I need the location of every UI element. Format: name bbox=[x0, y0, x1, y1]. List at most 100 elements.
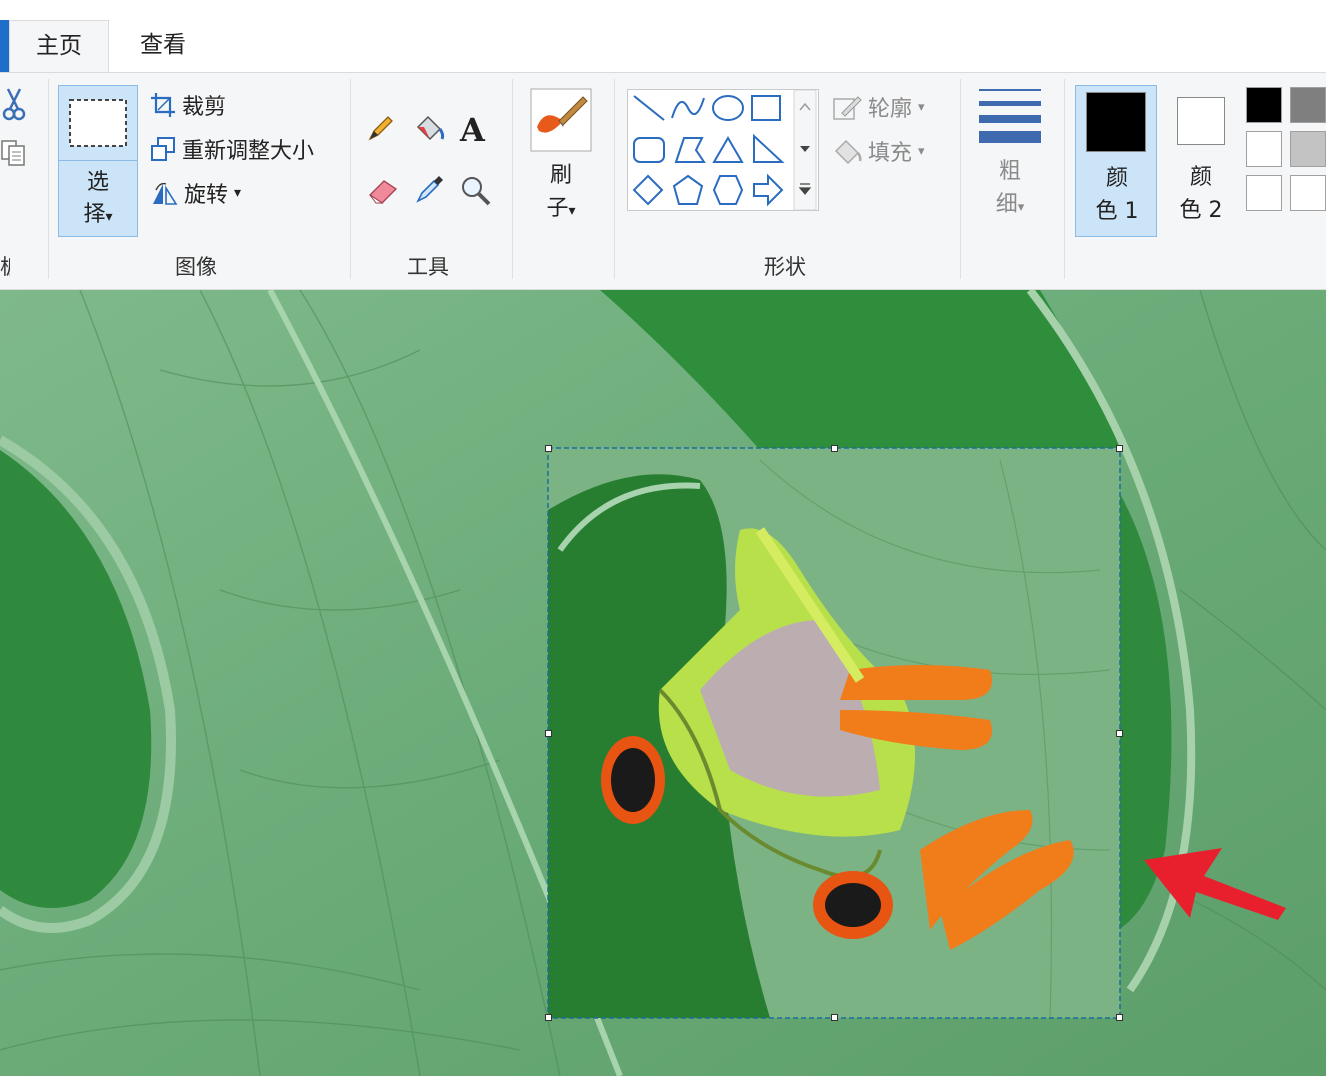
triangle-shape-icon bbox=[712, 136, 744, 163]
canvas-area[interactable] bbox=[0, 290, 1326, 1076]
select-label-line1: 选 bbox=[86, 170, 109, 195]
eraser-icon bbox=[366, 175, 400, 205]
right-triangle-shape-icon bbox=[753, 133, 785, 163]
brushes-label-line1: 刷 bbox=[549, 163, 572, 188]
rounded-rectangle-shape-icon bbox=[633, 137, 665, 163]
dropdown-arrow-icon: ▾ bbox=[918, 143, 925, 159]
oval-shape-icon bbox=[712, 95, 744, 121]
pentagon-shape-icon bbox=[672, 174, 704, 205]
line-thickness-icon bbox=[972, 87, 1048, 145]
copy-button[interactable] bbox=[0, 139, 28, 167]
outline-label: 轮廓 bbox=[868, 97, 913, 122]
dropdown-arrow-icon: ▾ bbox=[918, 99, 925, 115]
diamond-shape-icon bbox=[632, 174, 664, 206]
fill-bucket-icon bbox=[832, 137, 862, 165]
color1-swatch bbox=[1086, 92, 1146, 152]
resize-handle-top-right[interactable] bbox=[1116, 445, 1123, 452]
hexagon-shape-icon bbox=[712, 175, 744, 205]
scissors-icon bbox=[2, 87, 26, 121]
rectangle-shape-icon bbox=[751, 95, 781, 121]
tools-group-label: 工具 bbox=[407, 255, 449, 279]
dropdown-arrow-icon: ▾ bbox=[105, 209, 113, 225]
color-picker-tool[interactable] bbox=[414, 173, 446, 205]
palette-swatch[interactable] bbox=[1290, 131, 1326, 167]
palette-swatch[interactable] bbox=[1246, 175, 1282, 211]
resize-handle-bottom-left[interactable] bbox=[545, 1014, 552, 1021]
size-label-line2: 细 bbox=[995, 192, 1018, 217]
resize-handle-top-left[interactable] bbox=[545, 445, 552, 452]
tab-file[interactable] bbox=[0, 20, 9, 72]
separator bbox=[1064, 79, 1065, 279]
size-button[interactable]: 粗 细▾ bbox=[972, 87, 1048, 237]
cut-button[interactable] bbox=[2, 87, 26, 121]
brush-icon bbox=[526, 87, 596, 153]
title-bar bbox=[0, 0, 1326, 20]
palette-swatch[interactable] bbox=[1246, 87, 1282, 123]
magnifier-icon bbox=[460, 175, 492, 207]
fill-button[interactable]: 填充 ▾ bbox=[832, 135, 925, 167]
brushes-button[interactable]: 刷 子▾ bbox=[526, 87, 596, 237]
leaf-background-image bbox=[0, 290, 1326, 1076]
palette-swatch[interactable] bbox=[1290, 175, 1326, 211]
resize-handle-right[interactable] bbox=[1116, 730, 1123, 737]
brushes-label-line2: 子 bbox=[546, 196, 569, 221]
text-tool[interactable]: A bbox=[460, 111, 485, 149]
crop-button[interactable]: 裁剪 bbox=[150, 89, 226, 121]
resize-handle-bottom-right[interactable] bbox=[1116, 1014, 1123, 1021]
dropdown-arrow-icon: ▾ bbox=[1017, 200, 1025, 215]
color2-swatch bbox=[1177, 97, 1225, 145]
polygon-shape-icon bbox=[674, 137, 706, 163]
shapes-gallery[interactable] bbox=[627, 89, 819, 211]
separator bbox=[48, 79, 49, 279]
right-arrow-shape-icon bbox=[753, 173, 784, 207]
resize-handle-bottom[interactable] bbox=[831, 1014, 838, 1021]
color2-label-line1: 颜 bbox=[1189, 165, 1212, 190]
pasted-frog-image bbox=[548, 448, 1120, 1019]
shapes-group-label: 形状 bbox=[764, 255, 806, 279]
color1-label-line2: 色 1 bbox=[1095, 199, 1139, 224]
shapes-gallery-icons bbox=[632, 89, 817, 211]
size-label-line1: 粗 bbox=[998, 159, 1021, 184]
color1-button[interactable]: 颜 色 1 bbox=[1075, 85, 1157, 237]
size-label-line2-wrap: 细▾ bbox=[972, 188, 1048, 224]
line-shape-icon bbox=[633, 95, 665, 121]
fill-bucket-tool[interactable] bbox=[412, 113, 446, 145]
paint-bucket-icon bbox=[412, 113, 446, 145]
resize-icon bbox=[150, 136, 176, 162]
color2-button[interactable]: 颜 色 2 bbox=[1160, 85, 1242, 237]
selection-rectangle-icon bbox=[67, 97, 129, 149]
tab-view[interactable]: 查看 bbox=[114, 20, 212, 72]
eyedropper-icon bbox=[414, 173, 446, 205]
rotate-label: 旋转 bbox=[184, 183, 229, 208]
rotate-button[interactable]: 旋转 ▾ bbox=[150, 177, 241, 209]
curve-shape-icon bbox=[671, 97, 705, 119]
clipboard-group-label: 板 bbox=[0, 251, 10, 281]
resize-handle-left[interactable] bbox=[545, 730, 552, 737]
resize-button[interactable]: 重新调整大小 bbox=[150, 133, 314, 165]
crop-label: 裁剪 bbox=[182, 95, 227, 120]
palette-swatch[interactable] bbox=[1246, 131, 1282, 167]
magnifier-tool[interactable] bbox=[460, 175, 492, 207]
rotate-icon bbox=[150, 180, 178, 206]
crop-icon bbox=[150, 92, 176, 118]
resize-label: 重新调整大小 bbox=[182, 139, 315, 164]
pencil-icon bbox=[366, 113, 396, 143]
eraser-tool[interactable] bbox=[366, 175, 400, 205]
color2-label-line2: 色 2 bbox=[1179, 198, 1223, 223]
image-group-label: 图像 bbox=[175, 255, 217, 279]
separator bbox=[512, 79, 513, 279]
dropdown-arrow-icon: ▾ bbox=[234, 185, 242, 201]
tab-home[interactable]: 主页 bbox=[9, 20, 109, 74]
ribbon-tabs: 主页 查看 bbox=[0, 20, 1326, 74]
separator bbox=[350, 79, 351, 279]
select-button[interactable]: 选 择▾ bbox=[58, 85, 138, 237]
resize-handle-top[interactable] bbox=[831, 445, 838, 452]
select-label-line2: 择 bbox=[83, 202, 106, 227]
color1-label-line1: 颜 bbox=[1105, 166, 1128, 191]
palette-swatch[interactable] bbox=[1290, 87, 1326, 123]
select-label-line2-wrap: 择▾ bbox=[59, 199, 137, 233]
pencil-tool[interactable] bbox=[366, 113, 396, 143]
fill-label: 填充 bbox=[868, 141, 913, 166]
outline-button[interactable]: 轮廓 ▾ bbox=[832, 91, 925, 123]
separator bbox=[614, 79, 615, 279]
